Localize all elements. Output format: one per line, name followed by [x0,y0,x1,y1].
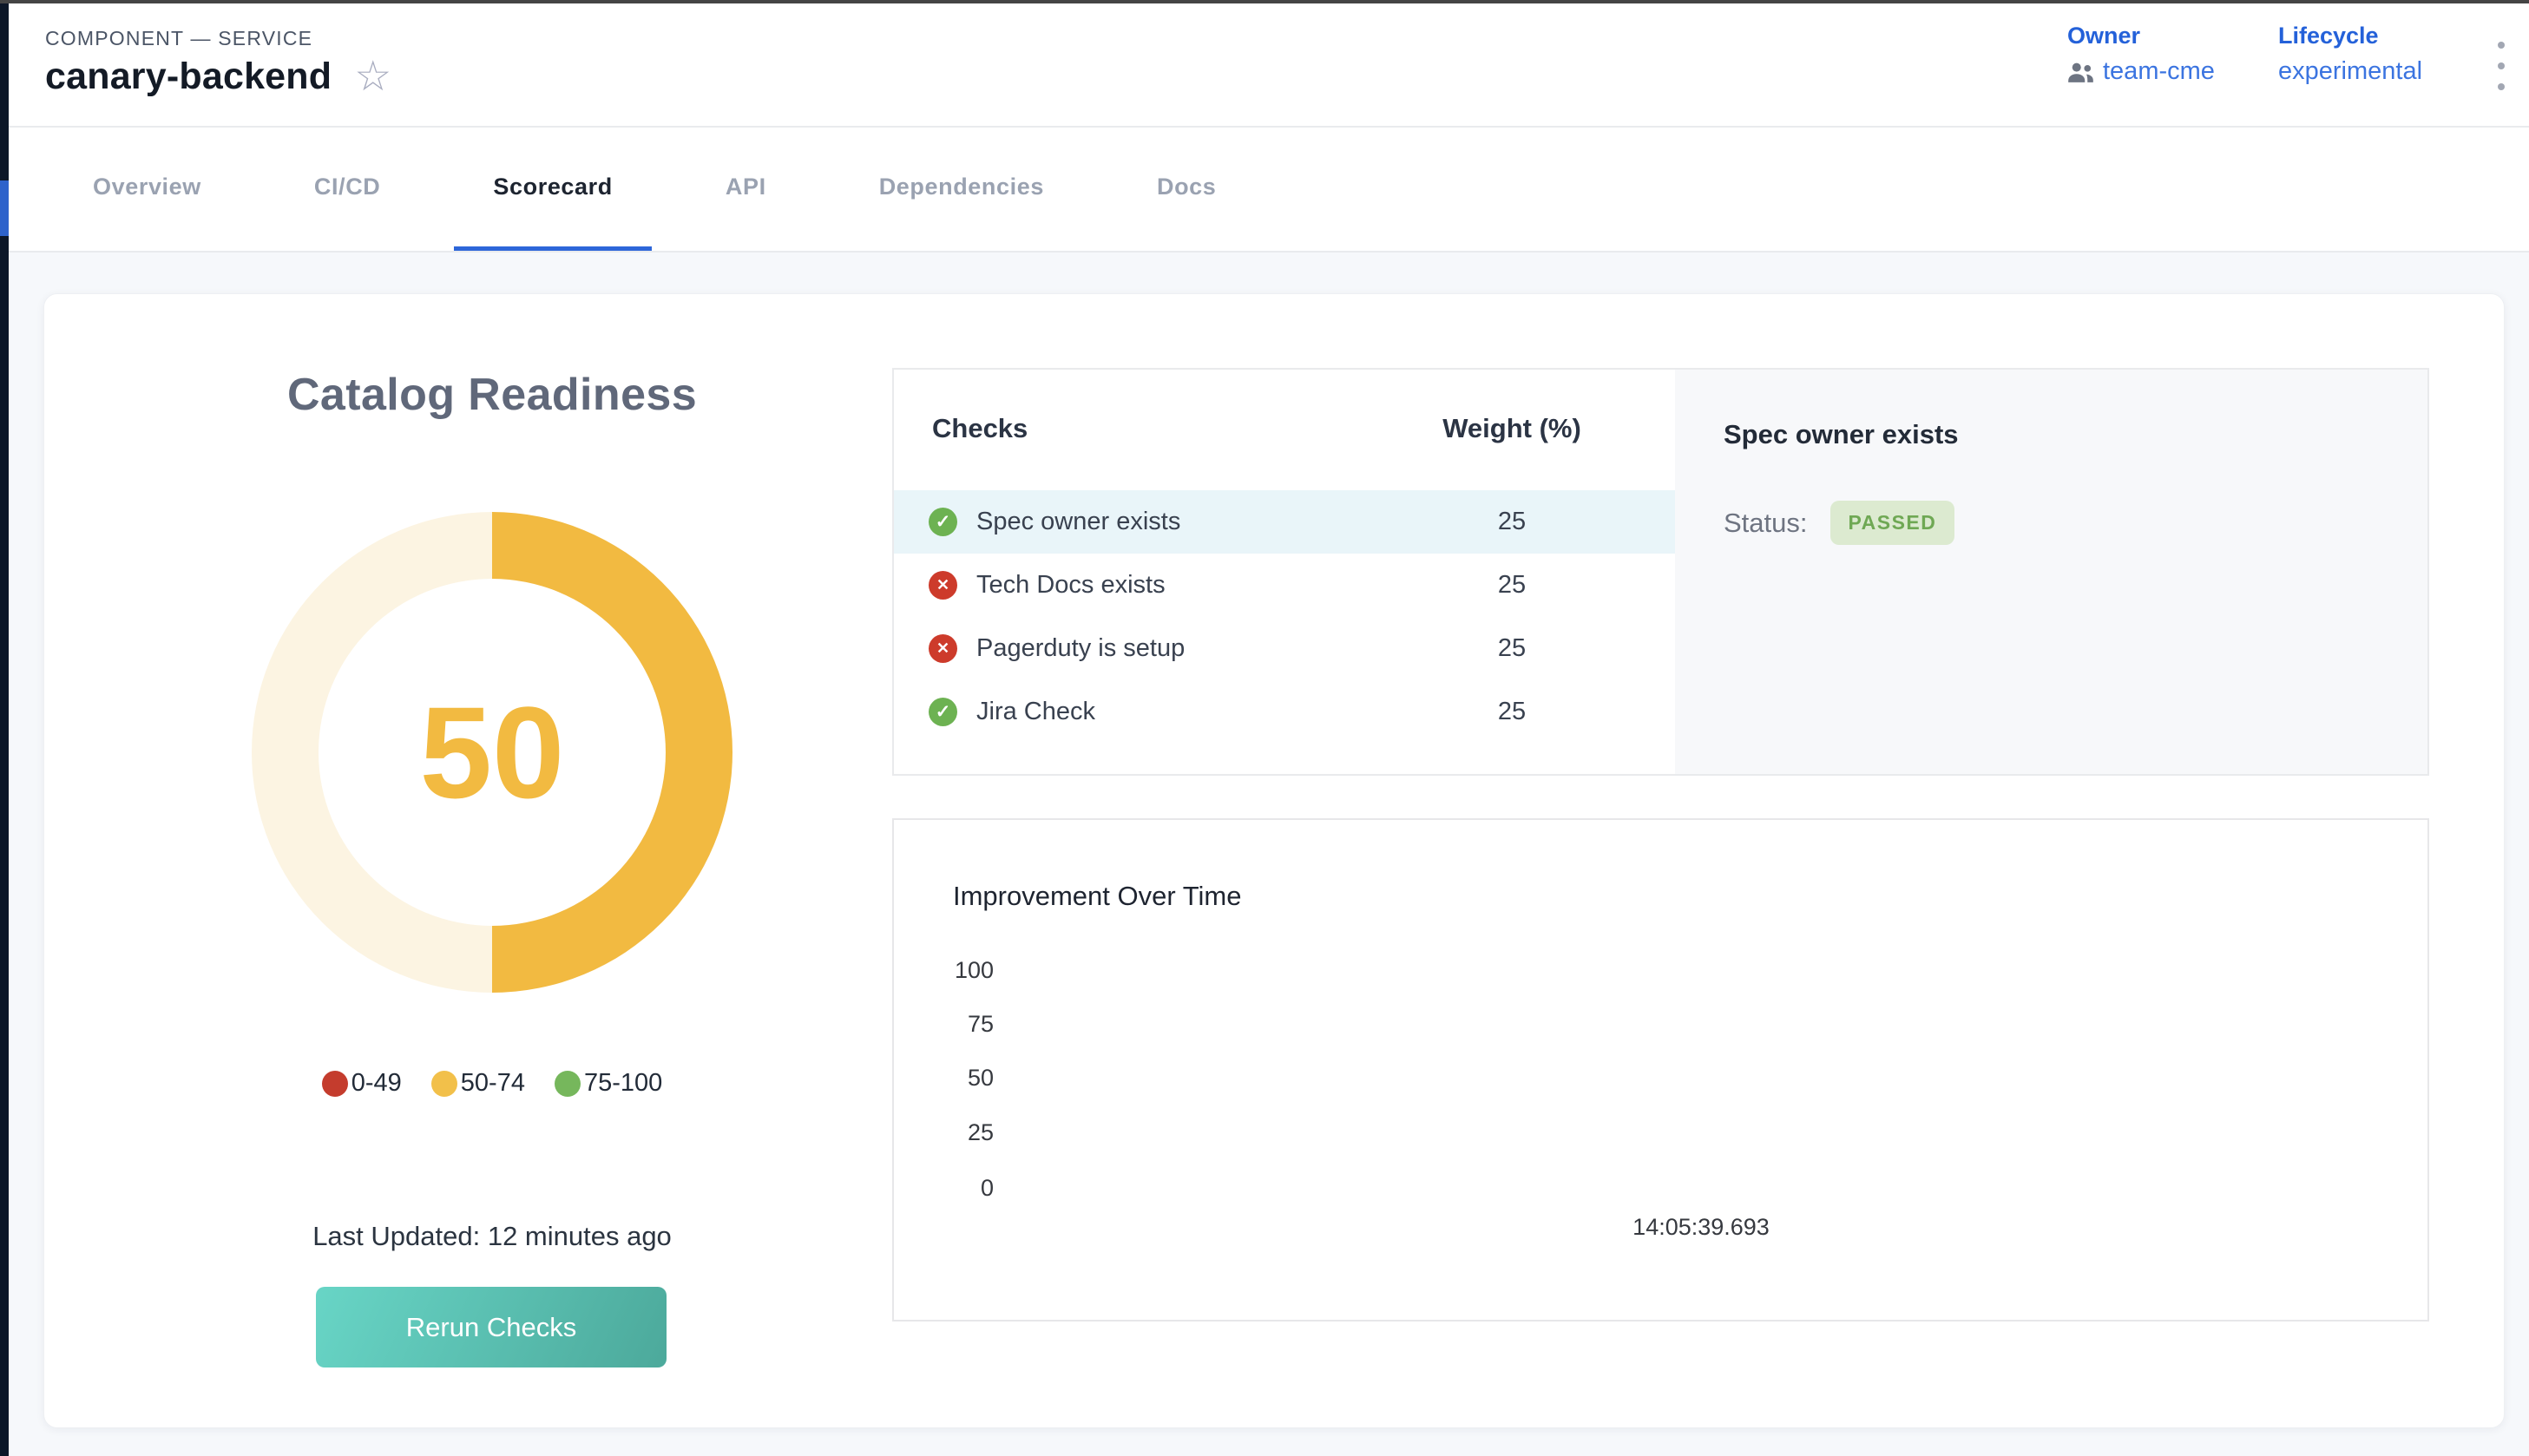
check-detail-title: Spec owner exists [1724,419,2427,450]
legend-item-mid: 50-74 [431,1069,525,1098]
people-icon [2067,62,2094,82]
lifecycle-label: Lifecycle [2278,23,2422,49]
check-row-pagerduty[interactable]: Pagerduty is setup 25 [894,617,1675,680]
improvement-chart: Improvement Over Time 100 75 50 25 0 14:… [892,818,2429,1322]
status-badge: PASSED [1830,501,1955,545]
check-weight: 25 [1408,698,1616,726]
owner-link[interactable]: team-cme [2103,57,2215,86]
y-axis-tick: 0 [894,1175,994,1202]
sidebar-rail[interactable] [0,3,9,1456]
kebab-menu-icon[interactable] [2484,42,2519,90]
favorite-star-icon[interactable]: ☆ [354,56,391,98]
readiness-gauge: 50 [252,512,732,993]
y-axis-tick: 25 [894,1119,994,1146]
legend-item-low: 0-49 [322,1069,402,1098]
legend-dot-red [322,1071,348,1097]
last-updated-text: Last Updated: 12 minutes ago [44,1221,940,1252]
tab-cicd[interactable]: CI/CD [275,128,420,251]
page-title: canary-backend [45,56,332,98]
rerun-checks-button[interactable]: Rerun Checks [316,1287,667,1367]
check-weight: 25 [1408,571,1616,600]
gauge-legend: 0-49 50-74 75-100 [44,1069,940,1098]
owner-block: Owner team-cme [2067,23,2215,86]
checks-panel: Checks Weight (%) Spec owner exists 25 [892,368,2429,776]
scorecard-card: Catalog Readiness 50 0-49 50-74 75-100 [43,293,2505,1428]
readiness-title: Catalog Readiness [44,369,940,421]
check-row-tech-docs[interactable]: Tech Docs exists 25 [894,554,1675,617]
y-axis-tick: 100 [894,957,994,984]
check-weight: 25 [1408,634,1616,663]
legend-dot-yellow [431,1071,457,1097]
legend-dot-green [555,1071,581,1097]
scorecard-page: Catalog Readiness 50 0-49 50-74 75-100 [9,253,2529,1456]
checks-column-header: Checks [932,413,1408,444]
lifecycle-block: Lifecycle experimental [2278,23,2422,86]
owner-label: Owner [2067,23,2215,49]
chart-title: Improvement Over Time [953,881,1241,912]
legend-item-high: 75-100 [555,1069,662,1098]
entity-kind-breadcrumb: COMPONENT — SERVICE [45,27,312,50]
tab-dependencies[interactable]: Dependencies [840,128,1083,251]
lifecycle-value: experimental [2278,57,2422,86]
check-weight: 25 [1408,508,1616,536]
tab-docs[interactable]: Docs [1118,128,1255,251]
checks-table: Checks Weight (%) Spec owner exists 25 [894,370,1675,774]
check-failed-icon [929,571,957,600]
tab-scorecard[interactable]: Scorecard [454,128,651,251]
x-axis-tick: 14:05:39.693 [1632,1214,1770,1241]
readiness-score: 50 [420,678,565,828]
y-axis-tick: 75 [894,1011,994,1038]
entity-tabbar: Overview CI/CD Scorecard API Dependencie… [9,126,2529,253]
readiness-summary: Catalog Readiness 50 0-49 50-74 75-100 [44,294,940,1427]
entity-header: COMPONENT — SERVICE canary-backend ☆ Own… [9,3,2529,126]
check-row-jira[interactable]: Jira Check 25 [894,680,1675,744]
weight-column-header: Weight (%) [1408,413,1616,444]
check-passed-icon [929,698,957,726]
tab-overview[interactable]: Overview [54,128,240,251]
check-passed-icon [929,508,957,536]
sidebar-active-indicator [0,180,9,236]
y-axis-tick: 50 [894,1065,994,1092]
status-label: Status: [1724,508,1808,539]
check-detail-panel: Spec owner exists Status: PASSED [1675,370,2427,774]
tab-api[interactable]: API [686,128,805,251]
check-row-spec-owner[interactable]: Spec owner exists 25 [894,490,1675,554]
check-failed-icon [929,634,957,663]
